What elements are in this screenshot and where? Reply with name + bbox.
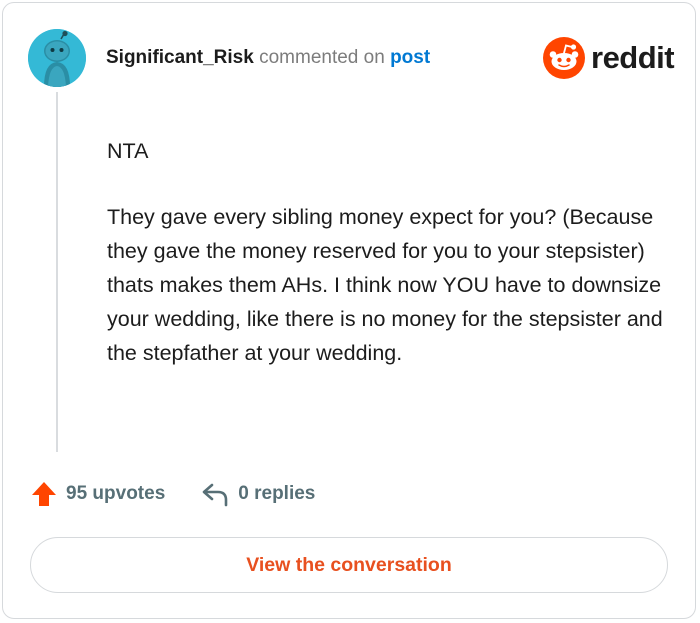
comment-paragraph: NTA [107, 139, 149, 163]
view-conversation-button[interactable]: View the conversation [30, 537, 668, 593]
comment-paragraph: They gave every sibling money expect for… [107, 205, 663, 365]
thread-line [56, 92, 58, 452]
upvote-action[interactable]: 95 upvotes [30, 480, 165, 508]
comment-body: NTA They gave every sibling money expect… [107, 134, 667, 370]
reddit-logo-icon [543, 37, 585, 79]
reddit-wordmark: reddit [591, 40, 675, 75]
snoo-avatar-icon [28, 29, 86, 87]
comment-actions: 95 upvotes 0 replies [30, 480, 315, 508]
user-avatar[interactable] [28, 29, 86, 87]
upvote-count: 95 upvotes [66, 483, 166, 504]
comment-header: Significant_Risk commented on post [106, 45, 430, 71]
replies-action[interactable]: 0 replies [201, 481, 315, 507]
reply-arrow-icon[interactable] [201, 481, 229, 507]
reply-count: 0 replies [238, 483, 316, 504]
upvote-arrow-icon[interactable] [30, 480, 58, 508]
reddit-logo[interactable]: reddit [543, 37, 675, 79]
commented-on-text: commented on [259, 47, 385, 68]
username-link[interactable]: Significant_Risk [106, 47, 254, 68]
post-link[interactable]: post [390, 47, 430, 68]
